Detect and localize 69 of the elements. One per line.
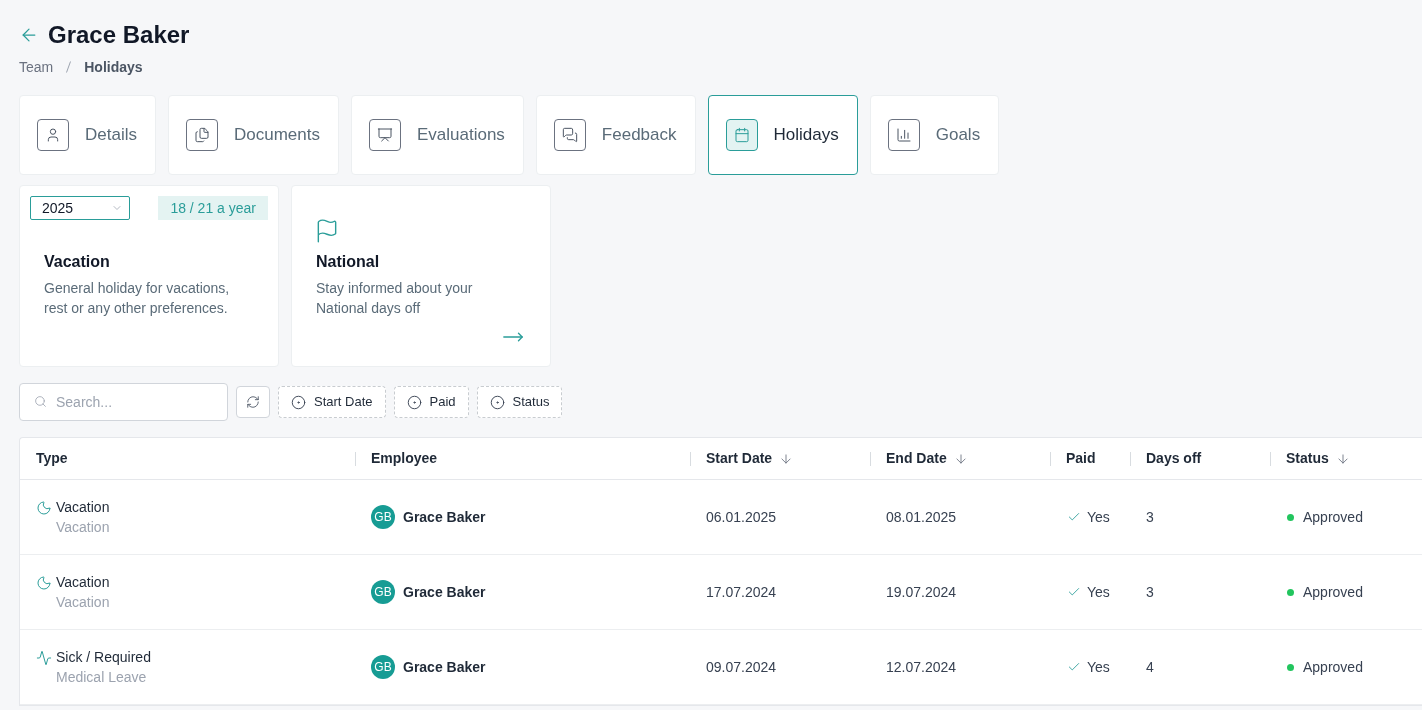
tab[interactable]: Details bbox=[19, 95, 156, 175]
days-off: 3 bbox=[1146, 583, 1154, 600]
breadcrumb-separator-icon bbox=[66, 61, 72, 73]
column-header[interactable]: Start Date bbox=[706, 448, 794, 469]
status-label: Approved bbox=[1303, 657, 1363, 677]
chart-icon bbox=[887, 119, 920, 151]
paid-value: Yes bbox=[1087, 507, 1110, 527]
avatar-initials: GB bbox=[371, 580, 395, 604]
breadcrumb-link[interactable]: Team bbox=[19, 56, 54, 78]
filter-button[interactable]: Start Date bbox=[278, 386, 386, 418]
search-field[interactable]: Search... bbox=[19, 383, 228, 421]
type-sublabel: Medical Leave bbox=[56, 668, 148, 687]
end-date: 12.07.2024 bbox=[886, 658, 957, 675]
card-description: General holiday for vacations, rest or any other preferences. bbox=[44, 279, 231, 318]
days-off: 4 bbox=[1146, 658, 1154, 675]
type-label: Vacation bbox=[56, 573, 110, 592]
status-label: Approved bbox=[1303, 582, 1363, 602]
page-title: Grace Baker bbox=[48, 20, 190, 50]
column-header[interactable]: Type bbox=[36, 448, 68, 469]
card-description: Stay informed about your National days off bbox=[316, 279, 474, 318]
chat-icon bbox=[553, 119, 586, 151]
employee-name: Grace Baker bbox=[403, 507, 486, 527]
start-date: 17.07.2024 bbox=[706, 583, 777, 600]
breadcrumb-current: Holidays bbox=[84, 57, 143, 77]
filter-button[interactable]: Status bbox=[476, 386, 563, 418]
tab[interactable]: Goals bbox=[869, 95, 1000, 175]
status-label: Approved bbox=[1303, 507, 1363, 527]
tab[interactable]: Holidays bbox=[707, 95, 858, 175]
end-date: 19.07.2024 bbox=[886, 583, 957, 600]
days-off: 3 bbox=[1146, 508, 1154, 525]
presentation-icon bbox=[368, 119, 401, 151]
moon-icon bbox=[36, 575, 52, 591]
year-select[interactable]: 2025 bbox=[30, 196, 130, 220]
tab[interactable]: Feedback bbox=[535, 95, 696, 175]
employee-name: Grace Baker bbox=[403, 657, 486, 677]
employee-name: Grace Baker bbox=[403, 582, 486, 602]
search-icon bbox=[34, 395, 47, 408]
avatar-initials: GB bbox=[371, 505, 395, 529]
refresh-icon bbox=[246, 395, 260, 409]
moon-icon bbox=[36, 500, 52, 516]
card-title: Vacation bbox=[44, 252, 111, 272]
tab[interactable]: Documents bbox=[167, 95, 339, 175]
column-header[interactable]: Status bbox=[1286, 448, 1350, 469]
type-label: Sick / Required bbox=[56, 648, 151, 667]
column-header[interactable]: Employee bbox=[371, 448, 438, 469]
column-header[interactable]: Paid bbox=[1066, 448, 1096, 469]
tab[interactable]: Evaluations bbox=[350, 95, 524, 175]
type-sublabel: Vacation bbox=[56, 593, 110, 612]
column-header[interactable]: End Date bbox=[886, 448, 968, 469]
card-title: National bbox=[316, 252, 381, 272]
circle-dot-icon bbox=[291, 394, 306, 410]
type-label: Vacation bbox=[56, 498, 110, 517]
start-date: 09.07.2024 bbox=[706, 658, 777, 675]
paid-value: Yes bbox=[1087, 657, 1110, 677]
allowance-label: 18 / 21 a year bbox=[158, 196, 268, 220]
refresh-button[interactable] bbox=[236, 386, 270, 418]
type-sublabel: Vacation bbox=[56, 518, 110, 537]
start-date: 06.01.2025 bbox=[706, 508, 777, 525]
avatar-initials: GB bbox=[371, 655, 395, 679]
pulse-icon bbox=[36, 650, 52, 666]
column-header[interactable]: Days off bbox=[1146, 448, 1202, 469]
files-icon bbox=[185, 119, 218, 151]
circle-dot-icon bbox=[489, 394, 505, 410]
paid-value: Yes bbox=[1087, 582, 1110, 602]
end-date: 08.01.2025 bbox=[886, 508, 957, 525]
circle-dot-icon bbox=[406, 394, 422, 410]
user-icon bbox=[37, 119, 69, 151]
filter-button[interactable]: Paid bbox=[393, 386, 469, 418]
calendar-icon bbox=[725, 119, 758, 151]
